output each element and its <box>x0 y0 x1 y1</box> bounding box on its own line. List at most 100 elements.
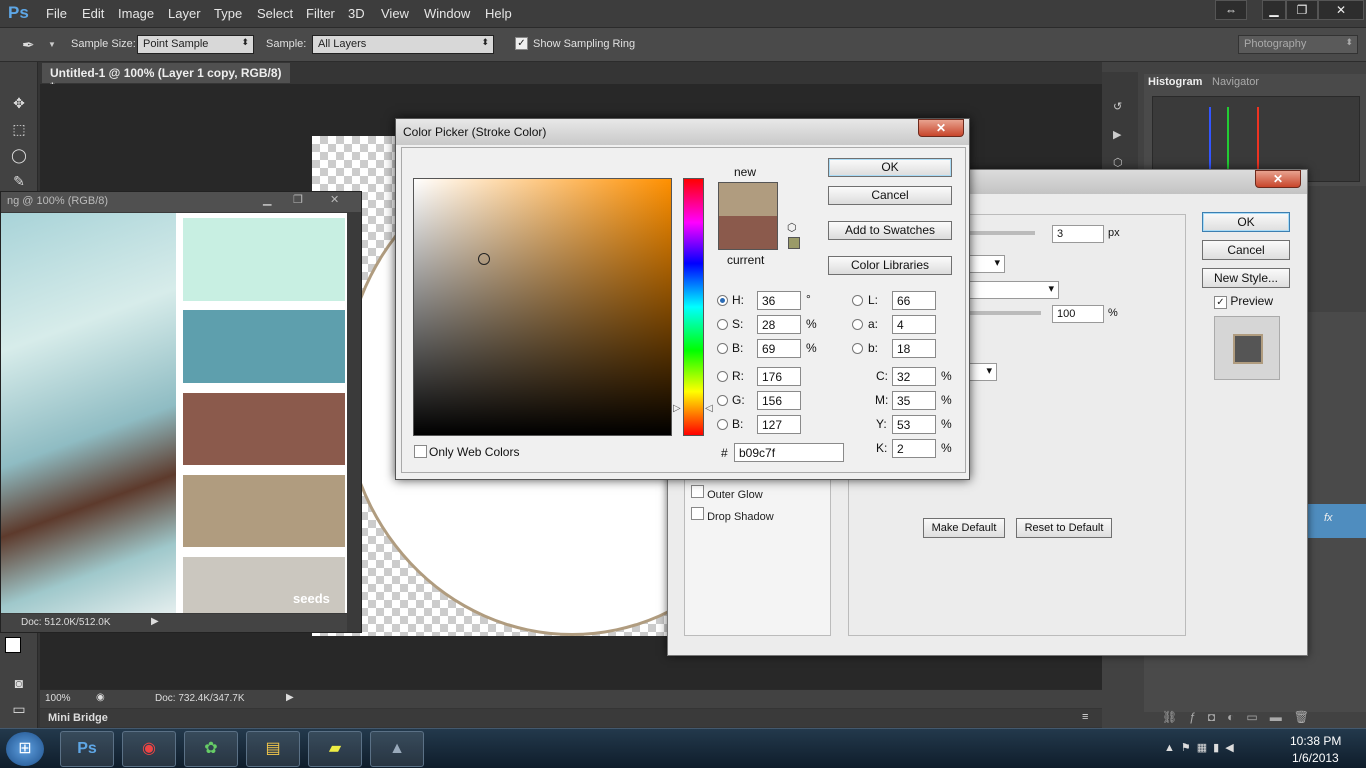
red-radio[interactable] <box>717 371 728 382</box>
b-channel-input[interactable]: 18 <box>892 339 936 358</box>
opacity-slider[interactable] <box>969 311 1041 315</box>
layer-style-ok-button[interactable]: OK <box>1202 212 1290 232</box>
clock-time[interactable]: 10:38 PM <box>1290 734 1341 748</box>
green-radio[interactable] <box>717 395 728 406</box>
out-of-gamut-cube-icon[interactable]: ⬡ <box>787 221 797 234</box>
green-input[interactable]: 156 <box>757 391 801 410</box>
layer-panel-buttons[interactable]: ⛓ƒ◘◐▭▬🗑 <box>1162 710 1321 724</box>
restore-button[interactable]: ❐ <box>1286 0 1318 20</box>
a-channel-radio[interactable] <box>852 319 863 330</box>
floating-document-canvas[interactable]: seeds <box>1 213 347 613</box>
lightness-input[interactable]: 66 <box>892 291 936 310</box>
histogram-tab[interactable]: Histogram <box>1148 76 1202 88</box>
history-icon[interactable]: ↺ <box>1113 100 1122 113</box>
lightness-radio[interactable] <box>852 295 863 306</box>
yellow-input[interactable]: 53 <box>892 415 936 434</box>
menu-window[interactable]: Window <box>424 6 470 21</box>
menu-filter[interactable]: Filter <box>306 6 335 21</box>
floating-document-title-bar[interactable]: ng @ 100% (RGB/8) ▁ ❐ ✕ <box>1 192 361 212</box>
marquee-tool-icon[interactable]: ⬚ <box>8 118 30 140</box>
magenta-input[interactable]: 35 <box>892 391 936 410</box>
clock-date[interactable]: 1/6/2013 <box>1292 751 1339 765</box>
zoom-level[interactable]: 100% <box>45 693 71 704</box>
tool-preset-chevron-icon[interactable]: ▼ <box>48 40 56 49</box>
new-style-button[interactable]: New Style... <box>1202 268 1290 288</box>
opacity-input[interactable]: 100 <box>1052 305 1104 323</box>
show-ring-checkbox[interactable]: ✓ <box>515 37 528 50</box>
saturation-input[interactable]: 28 <box>757 315 801 334</box>
position-select[interactable]: ▾ <box>969 255 1005 273</box>
size-input[interactable]: 3 <box>1052 225 1104 243</box>
checkbox[interactable] <box>691 507 704 520</box>
hue-slider-left-handle-icon[interactable]: ▷ <box>673 403 681 414</box>
lasso-tool-icon[interactable]: ◯ <box>8 144 30 166</box>
system-tray-icons[interactable]: ▲⚑▦▮◀ <box>1164 741 1240 754</box>
saturation-radio[interactable] <box>717 319 728 330</box>
move-tool-icon[interactable]: ✥ <box>8 92 30 114</box>
web-safe-swatch-icon[interactable] <box>788 237 800 249</box>
maximize-icon[interactable]: ❐ <box>293 193 303 206</box>
red-input[interactable]: 176 <box>757 367 801 386</box>
blend-mode-select[interactable]: ▾ <box>969 281 1059 299</box>
quick-mask-icon[interactable]: ◙ <box>8 672 30 694</box>
taskbar-sticky-notes-icon[interactable]: ▰ <box>308 731 362 767</box>
sample-select[interactable]: All Layers ⬍ <box>312 35 494 54</box>
close-icon[interactable]: ✕ <box>1255 170 1301 188</box>
hue-slider[interactable] <box>683 178 704 436</box>
black-input[interactable]: 2 <box>892 439 936 458</box>
fill-type-select[interactable]: ▾ <box>969 363 997 381</box>
reset-default-button[interactable]: Reset to Default <box>1016 518 1112 538</box>
taskbar-photoshop-icon[interactable]: Ps <box>60 731 114 767</box>
menu-file[interactable]: File <box>46 6 67 21</box>
hue-input[interactable]: 36 <box>757 291 801 310</box>
color-picker-title-bar[interactable]: Color Picker (Stroke Color) ✕ <box>396 119 969 145</box>
3d-icon[interactable]: ⬡ <box>1113 156 1123 169</box>
hue-slider-right-handle-icon[interactable]: ◁ <box>705 403 713 414</box>
menu-select[interactable]: Select <box>257 6 293 21</box>
hue-radio[interactable] <box>717 295 728 306</box>
taskbar-picasa-icon[interactable]: ✿ <box>184 731 238 767</box>
menu-3d[interactable]: 3D <box>348 6 365 21</box>
close-icon[interactable]: ✕ <box>918 119 964 137</box>
play-icon[interactable]: ▶ <box>286 692 294 703</box>
make-default-button[interactable]: Make Default <box>923 518 1005 538</box>
navigator-tab[interactable]: Navigator <box>1212 76 1259 88</box>
color-picker-cancel-button[interactable]: Cancel <box>828 186 952 205</box>
menu-help[interactable]: Help <box>485 6 512 21</box>
quick-select-icon[interactable]: ✎ <box>8 170 30 192</box>
menu-type[interactable]: Type <box>214 6 242 21</box>
menu-layer[interactable]: Layer <box>168 6 201 21</box>
proof-icon[interactable]: ◉ <box>96 692 105 703</box>
only-web-colors-checkbox[interactable] <box>414 445 427 461</box>
menu-edit[interactable]: Edit <box>82 6 104 21</box>
cyan-input[interactable]: 32 <box>892 367 936 386</box>
add-to-swatches-button[interactable]: Add to Swatches <box>828 221 952 240</box>
mini-bridge-panel[interactable]: Mini Bridge ≡ <box>40 709 1102 727</box>
outer-glow-item[interactable]: Outer Glow <box>691 485 763 501</box>
saturation-brightness-field[interactable] <box>413 178 672 436</box>
brightness-radio[interactable] <box>717 343 728 354</box>
menu-image[interactable]: Image <box>118 6 154 21</box>
start-button[interactable]: ⊞ <box>6 732 44 766</box>
screen-mode-icon[interactable]: ▭ <box>8 698 30 720</box>
color-field-cursor[interactable] <box>478 253 490 265</box>
color-picker-ok-button[interactable]: OK <box>828 158 952 177</box>
b-channel-radio[interactable] <box>852 343 863 354</box>
preview-toggle[interactable]: ✓ Preview <box>1214 294 1273 309</box>
actions-icon[interactable]: ▶ <box>1113 128 1121 141</box>
taskbar-chrome-icon[interactable]: ◉ <box>122 731 176 767</box>
current-color-swatch[interactable] <box>719 216 777 249</box>
workspace-select[interactable]: Photography ⬍ <box>1238 35 1358 54</box>
menu-view[interactable]: View <box>381 6 409 21</box>
minimize-button[interactable]: ▁ <box>1262 0 1286 20</box>
brightness-input[interactable]: 69 <box>757 339 801 358</box>
close-icon[interactable]: ✕ <box>330 193 339 206</box>
color-libraries-button[interactable]: Color Libraries <box>828 256 952 275</box>
foreground-color-swatch[interactable] <box>5 637 21 653</box>
a-channel-input[interactable]: 4 <box>892 315 936 334</box>
close-button[interactable]: ✕ <box>1318 0 1364 20</box>
blue-radio[interactable] <box>717 419 728 430</box>
taskbar-app-icon[interactable]: ▲ <box>370 731 424 767</box>
panel-menu-icon[interactable]: ≡ <box>1082 711 1088 723</box>
blue-input[interactable]: 127 <box>757 415 801 434</box>
